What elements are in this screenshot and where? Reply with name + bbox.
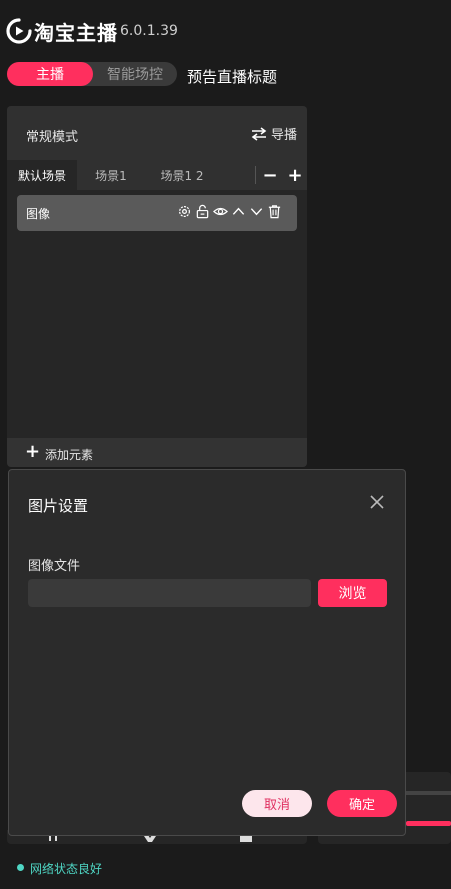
mode-header: 常规模式 导播 (7, 106, 307, 160)
eye-icon[interactable] (213, 204, 228, 219)
scene-tabbar: 默认场景 场景1 场景1 2 − + (7, 160, 307, 190)
mode-toggle: 主播 智能场控 (7, 62, 177, 86)
chevron-down-icon[interactable] (249, 204, 264, 219)
trash-icon[interactable] (267, 204, 282, 219)
swap-icon (251, 126, 267, 141)
mode-label: 常规模式 (26, 130, 79, 145)
gear-icon[interactable] (177, 204, 192, 219)
unlock-icon[interactable] (195, 204, 210, 219)
tab-divider (255, 166, 256, 184)
guide-label: 导播 (271, 128, 298, 143)
tab-smart-control[interactable]: 智能场控 (93, 62, 177, 86)
browse-button[interactable]: 浏览 (318, 579, 387, 607)
add-scene-button[interactable]: + (286, 165, 304, 186)
network-status-text: 网络状态良好 (30, 862, 103, 876)
tab-scene-1-2[interactable]: 场景1 2 (147, 160, 217, 190)
add-element-label: 添加元素 (45, 448, 94, 462)
chevron-up-icon[interactable] (231, 204, 246, 219)
scene-panel: 常规模式 导播 默认场景 场景1 场景1 2 − + 图像 + 添加元素 (7, 106, 307, 467)
element-label: 图像 (26, 207, 51, 221)
taobao-live-logo-icon (6, 18, 32, 44)
network-status-indicator (17, 864, 24, 871)
plus-icon: + (25, 441, 41, 462)
image-file-label: 图像文件 (28, 559, 81, 574)
element-actions (177, 204, 282, 219)
confirm-button[interactable]: 确定 (327, 790, 397, 817)
image-file-input[interactable] (28, 579, 311, 607)
background-divider (406, 791, 451, 795)
background-progress-bar (406, 821, 451, 826)
tab-default-scene[interactable]: 默认场景 (7, 160, 77, 190)
app-title: 淘宝主播 (34, 21, 118, 45)
tab-scene-1[interactable]: 场景1 (81, 160, 141, 190)
cancel-button[interactable]: 取消 (242, 790, 312, 817)
dialog-title: 图片设置 (28, 497, 89, 515)
image-settings-dialog: 图片设置 图像文件 浏览 取消 确定 (8, 469, 406, 836)
app-version: 6.0.1.39 (120, 23, 178, 39)
remove-scene-button[interactable]: − (261, 165, 279, 186)
add-element-button[interactable]: + 添加元素 (7, 438, 307, 467)
tab-anchor[interactable]: 主播 (7, 62, 93, 86)
close-icon[interactable] (367, 492, 387, 512)
guide-button[interactable]: 导播 (251, 124, 297, 143)
element-row-image[interactable]: 图像 (17, 195, 297, 231)
live-title[interactable]: 预告直播标题 (187, 66, 277, 87)
